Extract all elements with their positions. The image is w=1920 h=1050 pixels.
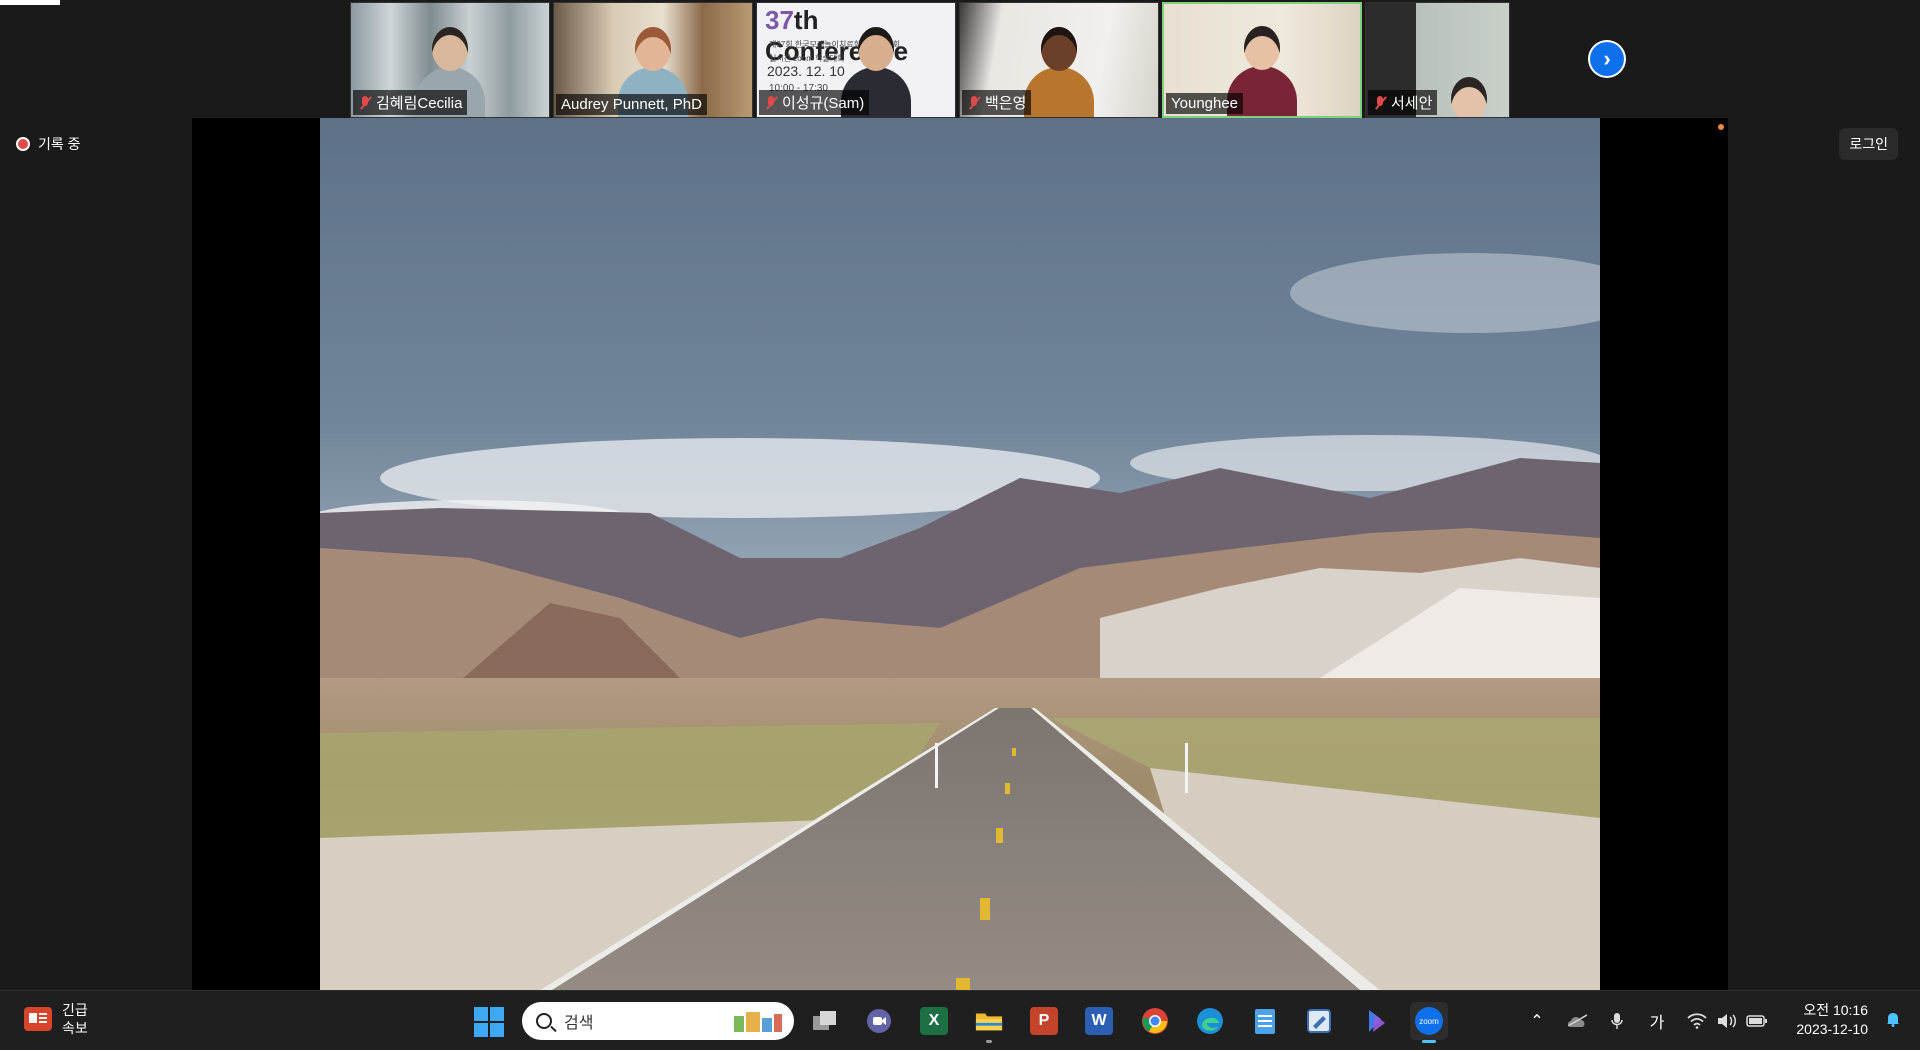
participant-tile[interactable]: 김혜림Cecilia [350,2,550,118]
participant-name-tag: 서세안 [1368,90,1438,115]
windows-logo-pane [474,1023,488,1037]
excel-icon: X [920,1007,948,1035]
windows-taskbar: 긴급 속보 검색 X P W zoom ⌃ 가 오전 10:16 2023-12… [0,990,1920,1050]
search-placeholder: 검색 [564,1015,594,1032]
microphone-muted-icon [358,95,372,110]
microphone-muted-icon [1373,95,1387,110]
chrome-icon [1141,1007,1169,1035]
recording-dot-icon [16,137,30,151]
volume-icon[interactable] [1715,1009,1739,1033]
system-clock[interactable]: 오전 10:16 2023-12-10 [1796,1001,1868,1039]
desert-road-landscape [320,118,1600,990]
chevron-up-icon[interactable]: ⌃ [1525,1009,1549,1033]
participant-name-tag: Younghee [1166,93,1244,114]
whiteboard-app-button[interactable] [1300,1002,1338,1040]
chrome-app-button[interactable] [1136,1002,1174,1040]
task-view-icon [811,1007,839,1035]
news-icon [24,1007,52,1031]
participant-name: 서세안 [1391,95,1433,112]
participant-video [1024,27,1094,117]
clock-time: 오전 10:16 [1803,1002,1868,1018]
chevron-right-icon: › [1590,42,1624,76]
word-icon: W [1085,1007,1113,1035]
recording-label: 기록 중 [38,136,81,152]
share-status-dot-icon [1718,124,1724,130]
participant-name-tag: 이성규(Sam) [759,90,870,115]
notepad-app-button[interactable] [1246,1002,1284,1040]
login-button[interactable]: 로그인 [1839,128,1898,160]
wifi-icon[interactable] [1685,1009,1709,1033]
clock-date: 2023-12-10 [1796,1021,1868,1037]
window-edge-marker [0,0,60,5]
participant-tile[interactable]: 백은영 [959,2,1159,118]
notepad-icon [1251,1007,1279,1035]
notification-bell-icon[interactable] [1886,1011,1900,1027]
teams-app-button[interactable] [860,1002,898,1040]
participant-name-tag: 백은영 [962,90,1032,115]
recording-indicator[interactable]: 기록 중 [16,134,81,154]
copilot-icon [1361,1007,1389,1035]
zoom-icon: zoom [1415,1007,1443,1035]
teams-icon [865,1007,893,1035]
news-line-1: 긴급 [62,1002,88,1018]
news-widget-text: 긴급 속보 [62,1001,88,1037]
participant-video [1434,77,1504,117]
gallery-next-page-button[interactable]: › [1588,40,1626,78]
participant-gallery: 김혜림Cecilia Audrey Punnett, PhD 37th Conf… [350,2,1510,118]
taskbar-search-box[interactable]: 검색 [522,1002,794,1040]
search-highlight-icon [734,1012,782,1032]
participant-tile-active-speaker[interactable]: Younghee [1162,2,1362,118]
excel-app-button[interactable]: X [915,1002,953,1040]
task-view-button[interactable] [806,1002,844,1040]
file-explorer-app-button[interactable] [970,1002,1008,1043]
participant-name: Younghee [1171,95,1239,112]
edge-app-button[interactable] [1191,1002,1229,1040]
whiteboard-icon [1305,1007,1333,1035]
microphone-muted-icon [764,95,778,110]
windows-logo-pane [490,1023,504,1037]
onedrive-offline-icon[interactable] [1565,1009,1589,1033]
participant-name-tag: 김혜림Cecilia [353,90,468,115]
copilot-app-button[interactable] [1356,1002,1394,1040]
battery-icon[interactable] [1745,1009,1769,1033]
participant-name: 백은영 [985,95,1027,112]
powerpoint-icon: P [1030,1007,1058,1035]
zoom-app-button[interactable]: zoom [1410,1002,1448,1043]
search-icon [536,1013,552,1029]
windows-logo-icon [474,1007,488,1021]
participant-name: 이성규(Sam) [782,95,865,112]
zoom-meeting-window: 김혜림Cecilia Audrey Punnett, PhD 37th Conf… [0,0,1920,990]
participant-name-tag: Audrey Punnett, PhD [556,94,707,115]
news-line-2: 속보 [62,1020,88,1036]
start-button[interactable] [474,1007,504,1037]
folder-icon [975,1007,1003,1035]
participant-tile[interactable]: 37th Conference 제37회 한국모래놀이치료학회 학술대회 실시간… [756,2,956,118]
microphone-icon[interactable] [1605,1009,1629,1033]
input-method-indicator[interactable]: 가 [1645,1009,1669,1033]
participant-name: Audrey Punnett, PhD [561,96,702,113]
participant-name: 김혜림Cecilia [376,95,463,112]
edge-icon [1196,1007,1224,1035]
microphone-muted-icon [967,95,981,110]
shared-slide-image [320,118,1600,990]
word-app-button[interactable]: W [1080,1002,1118,1040]
participant-tile[interactable]: 서세안 [1365,2,1510,118]
participant-tile[interactable]: Audrey Punnett, PhD [553,2,753,118]
conference-background-date: 2023. 12. 10 [767,63,845,79]
powerpoint-app-button[interactable]: P [1025,1002,1063,1040]
news-widget[interactable]: 긴급 속보 [24,1001,88,1037]
windows-logo-pane [490,1007,504,1021]
